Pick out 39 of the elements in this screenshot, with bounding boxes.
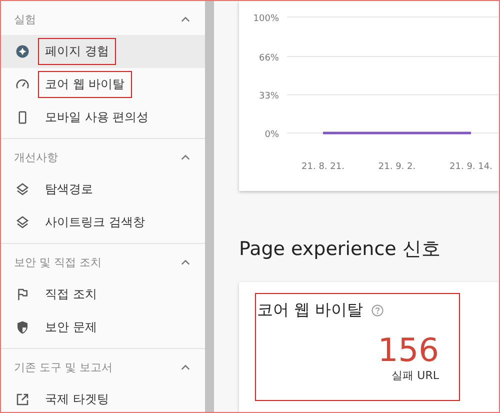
section-title: 기존 도구 및 보고서 — [14, 360, 112, 374]
y-tick-label: 33% — [258, 92, 279, 102]
section-title: 개선사항 — [14, 150, 58, 164]
sidebar-item[interactable]: 보안 문제 — [1, 311, 205, 344]
sidebar-item[interactable]: 모바일 사용 편의성 — [1, 101, 205, 134]
external-link-icon — [15, 392, 30, 407]
y-tick-label: 0% — [264, 130, 279, 140]
item-label: 코어 웹 바이탈 — [38, 71, 132, 98]
layers-icon — [15, 182, 30, 197]
item-label: 모바일 사용 편의성 — [44, 109, 150, 126]
section-title: 실험 — [14, 12, 36, 26]
help-icon[interactable] — [371, 304, 384, 317]
x-tick-label: 21. 8. 21. — [302, 162, 344, 172]
item-label: 페이지 경험 — [38, 38, 116, 65]
section-title: 보안 및 직접 조치 — [14, 254, 102, 270]
flag-icon — [15, 287, 30, 302]
sidebar-item[interactable]: 페이지 경험 — [1, 35, 205, 68]
metric-title: 코어 웹 바이탈 — [257, 300, 364, 321]
sidebar-item[interactable]: 국제 타겟팅 — [1, 383, 205, 412]
item-label: 탐색경로 — [44, 181, 94, 198]
section-heading: Page experience 신호 — [239, 237, 442, 262]
y-tick-label: 66% — [258, 53, 279, 64]
metric-caption: 실패 URL — [392, 368, 439, 384]
layers-icon — [15, 215, 30, 230]
sidebar-item[interactable]: 코어 웹 바이탈 — [1, 68, 205, 101]
metric-value: 156 — [378, 333, 439, 368]
item-label: 직접 조치 — [44, 286, 98, 303]
shield-icon — [15, 320, 30, 335]
scrollbar[interactable] — [205, 1, 214, 412]
sidebar-item[interactable]: 탐색경로 — [1, 173, 205, 206]
sidebar-item[interactable]: 사이트링크 검색창 — [1, 206, 205, 239]
item-label: 사이트링크 검색창 — [44, 214, 146, 231]
y-tick-label: 100% — [253, 14, 279, 24]
x-tick-label: 21. 9. 2. — [378, 162, 416, 172]
x-tick-label: 21. 9. 14. — [450, 162, 492, 172]
item-label: 국제 타겟팅 — [44, 391, 110, 408]
sidebar-item[interactable]: 직접 조치 — [1, 278, 205, 311]
star-circle-icon — [15, 44, 30, 59]
item-label: 보안 문제 — [44, 319, 98, 336]
